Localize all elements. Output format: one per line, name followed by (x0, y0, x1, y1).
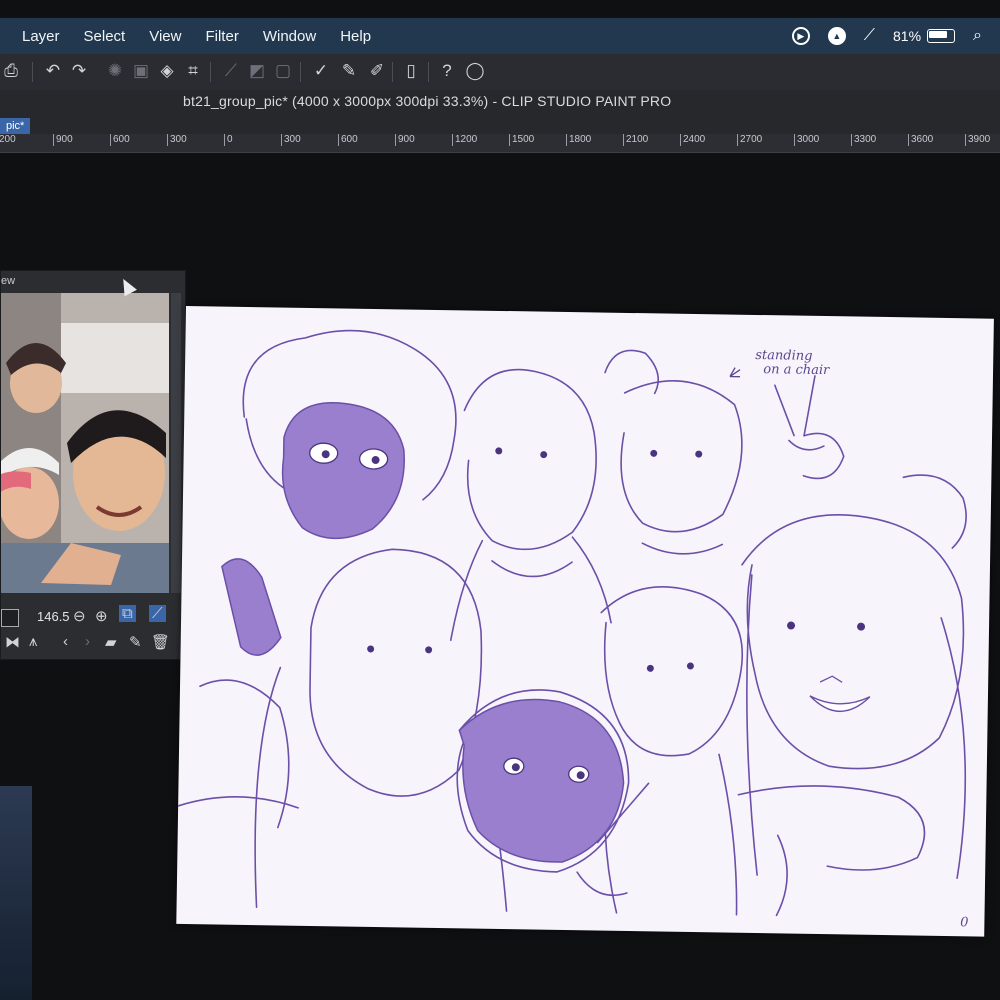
compass-icon[interactable]: ▲ (827, 27, 846, 45)
zoom-out-icon[interactable]: ⊖ (73, 607, 86, 625)
undo-icon[interactable]: ↶ (42, 60, 64, 82)
ruler-tick-label: 900 (53, 134, 73, 146)
redo-icon[interactable]: ↷ (68, 60, 90, 82)
menu-window[interactable]: Window (263, 28, 316, 45)
pen-icon[interactable]: ✐ (366, 60, 388, 82)
toolbar-separator (428, 62, 429, 82)
open-folder-icon[interactable]: ▰ (105, 633, 117, 651)
play-circle-icon[interactable]: ▶ (791, 27, 810, 45)
previous-icon[interactable]: ‹ (63, 633, 68, 650)
clear-icon[interactable]: ✺ (104, 60, 126, 82)
eyedropper-icon[interactable]: ⟋ (149, 605, 166, 622)
edit-icon[interactable]: ✎ (129, 633, 142, 651)
ruler-tick-label: 3300 (851, 134, 876, 146)
ruler-tick-label: 1800 (566, 134, 591, 146)
stamp-icon[interactable]: ⎙ (0, 60, 22, 82)
toolbar: ⎙ ↶ ↷ ✺ ▣ ◈ ⌗ ⟋ ◩ ▢ ✓ ✎ ✐ ▯ ? ◯ (0, 54, 1000, 91)
ruler-tick-label: 2700 (737, 134, 762, 146)
document-tab-row: pic* (0, 118, 1000, 134)
sketch-artwork (177, 329, 967, 917)
navigator-title: ew (1, 275, 16, 287)
transform-icon[interactable]: ▣ (130, 60, 152, 82)
flip-horizontal-icon[interactable]: ⧓ (5, 633, 20, 651)
ruler-tick-label: 3900 (965, 134, 990, 146)
select-icon[interactable]: ⟋ (220, 60, 242, 82)
horizontal-ruler: 200 900 600 300 0 300 600 900 1200 1500 1800 2100 24… (0, 134, 1000, 153)
navigator-panel: ew 146.5 ⊖ ⊕ ⧉ ⟋ ⧓ ⩚ ‹ › ▰ ✎ 🗑 (0, 270, 186, 660)
grid-icon[interactable]: ◩ (246, 60, 268, 82)
menu-bar: Layer Select View Filter Window Help ▶ ▲… (0, 18, 1000, 54)
navigator-zoom-value[interactable]: 146.5 (37, 609, 70, 624)
drawing-canvas[interactable]: standing on a chair 0 (176, 306, 994, 937)
tablet-icon[interactable]: ▯ (400, 60, 422, 82)
help-icon[interactable]: ? (436, 60, 458, 82)
ruler-tick-label: 200 (0, 134, 16, 146)
zoom-in-icon[interactable]: ⊕ (95, 607, 108, 625)
reference-photo (1, 293, 169, 593)
toolbar-separator (32, 62, 33, 82)
navigator-scrollbar[interactable] (171, 293, 181, 593)
background-window (0, 786, 32, 1000)
crop-icon[interactable]: ⌗ (182, 60, 204, 82)
ruler-tick-label: 3600 (908, 134, 933, 146)
zoom-preview-box[interactable] (1, 609, 19, 627)
document-title-bar: bt21_group_pic* (4000 x 3000px 300dpi 33… (0, 90, 1000, 118)
ruler-tick-label: 1500 (509, 134, 534, 146)
document-title: bt21_group_pic* (4000 x 3000px 300dpi 33… (183, 93, 672, 109)
fit-window-icon[interactable]: ⧉ (119, 605, 136, 622)
battery-percent: 81% (893, 28, 922, 44)
flip-vertical-icon[interactable]: ⩚ (29, 633, 37, 650)
menu-list: Layer Select View Filter Window Help (0, 28, 395, 45)
ruler-tick-label: 1200 (452, 134, 477, 146)
toolbar-separator (210, 62, 211, 82)
ruler-tick-label: 600 (110, 134, 130, 146)
navigator-preview-image[interactable] (1, 293, 169, 593)
next-icon[interactable]: › (85, 633, 90, 650)
menu-help[interactable]: Help (340, 28, 371, 45)
ruler-tick-label: 300 (167, 134, 187, 146)
ruler-tick-label: 3000 (794, 134, 819, 146)
ruler-tick-label: 600 (338, 134, 358, 146)
toolbar-separator (300, 62, 301, 82)
menu-filter[interactable]: Filter (205, 28, 238, 45)
menu-view[interactable]: View (149, 28, 181, 45)
menu-layer[interactable]: Layer (22, 28, 60, 45)
ruler-tick-label: 900 (395, 134, 415, 146)
battery-icon[interactable] (927, 29, 956, 43)
status-area: ▶ ▲ ⟋ 81% ⌕ (791, 18, 982, 54)
lasso-icon[interactable]: ◯ (464, 60, 486, 82)
document-tab[interactable]: pic* (0, 118, 31, 134)
trash-icon[interactable]: 🗑 (151, 633, 170, 651)
pen-off-icon[interactable]: ⟋ (864, 27, 875, 45)
pen-check-icon[interactable]: ✓ (310, 60, 332, 82)
brush-icon[interactable]: ✎ (338, 60, 360, 82)
canvas-annotation: standing on a chair (754, 347, 830, 379)
ruler-tick-label: 2400 (680, 134, 705, 146)
ruler-tick-label: 300 (281, 134, 301, 146)
ruler-tick-label: 2100 (623, 134, 648, 146)
artist-signature: 0 (960, 915, 969, 931)
search-icon[interactable]: ⌕ (973, 27, 982, 45)
ruler-tick-label: 0 (224, 134, 233, 146)
menu-select[interactable]: Select (84, 28, 126, 45)
toolbar-separator (392, 62, 393, 82)
hatch-icon[interactable]: ▢ (272, 60, 294, 82)
fill-icon[interactable]: ◈ (156, 60, 178, 82)
